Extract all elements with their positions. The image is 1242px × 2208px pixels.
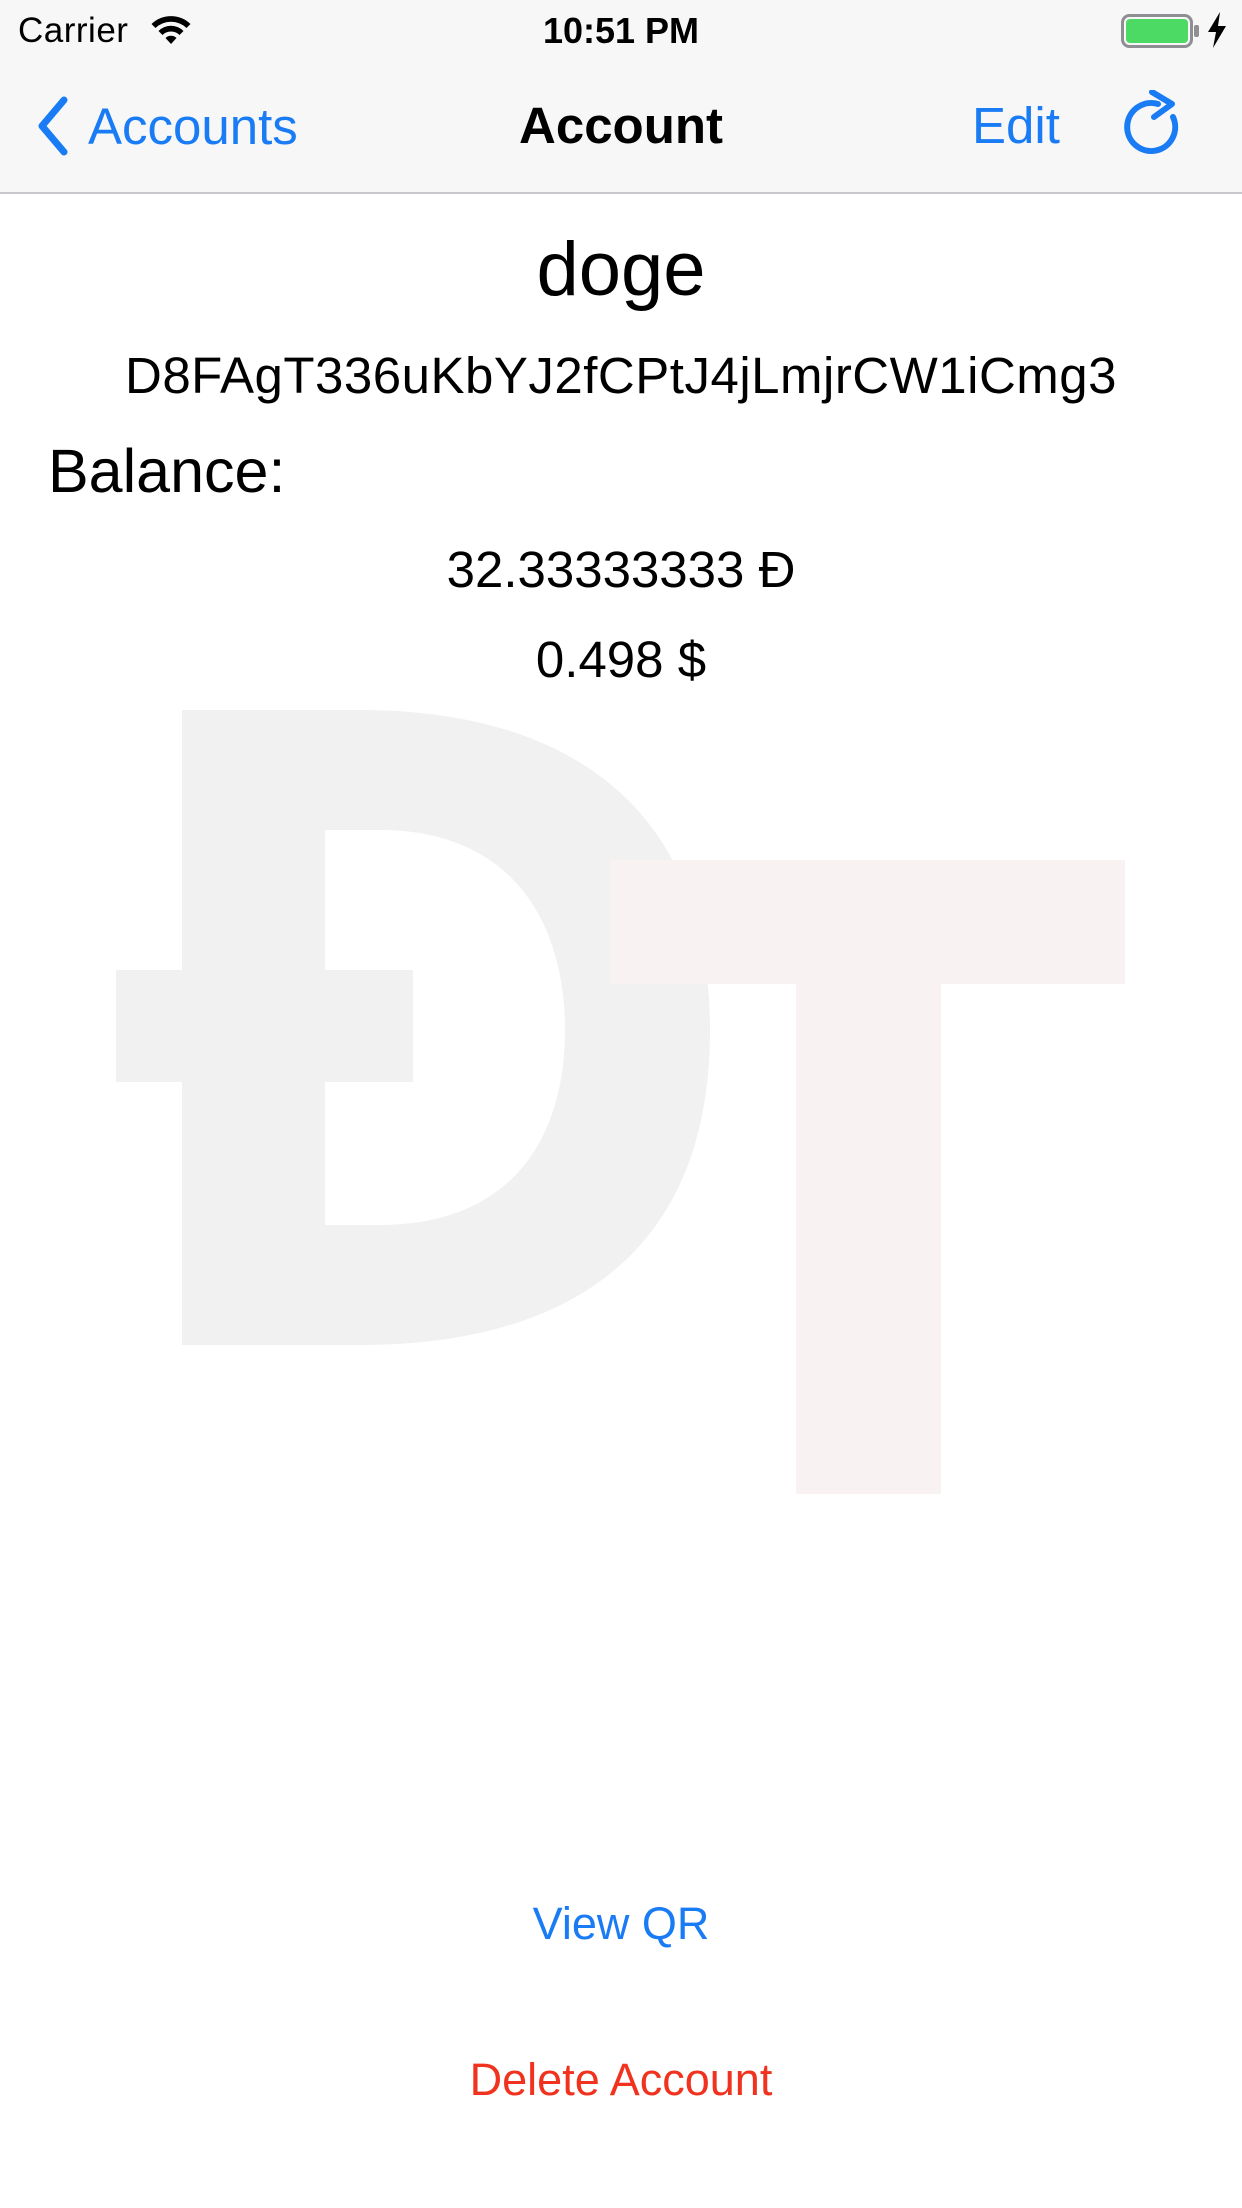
delete-account-button[interactable]: Delete Account <box>0 2054 1242 2106</box>
charging-bolt-icon <box>1208 12 1226 48</box>
refresh-icon[interactable] <box>1122 90 1188 162</box>
navigation-bar: Accounts Account Edit <box>0 60 1242 194</box>
account-address: D8FAgT336uKbYJ2fCPtJ4jLmjrCW1iCmg3 <box>124 347 1118 404</box>
view-qr-button[interactable]: View QR <box>0 1898 1242 1950</box>
status-bar: Carrier 10:51 PM <box>0 0 1242 60</box>
battery-charging-icon <box>1121 14 1199 48</box>
account-name: doge <box>536 227 706 312</box>
clock: 10:51 PM <box>542 10 700 51</box>
balance-label: Balance: <box>48 437 286 505</box>
edit-button[interactable]: Edit <box>972 96 1060 155</box>
balance-usd-value: 0.498 $ <box>535 631 707 688</box>
balance-doge-value: 32.33333333 Đ <box>446 541 796 598</box>
dogecoin-logo-icon <box>116 710 1125 1494</box>
battery-level-fill <box>1126 19 1188 43</box>
